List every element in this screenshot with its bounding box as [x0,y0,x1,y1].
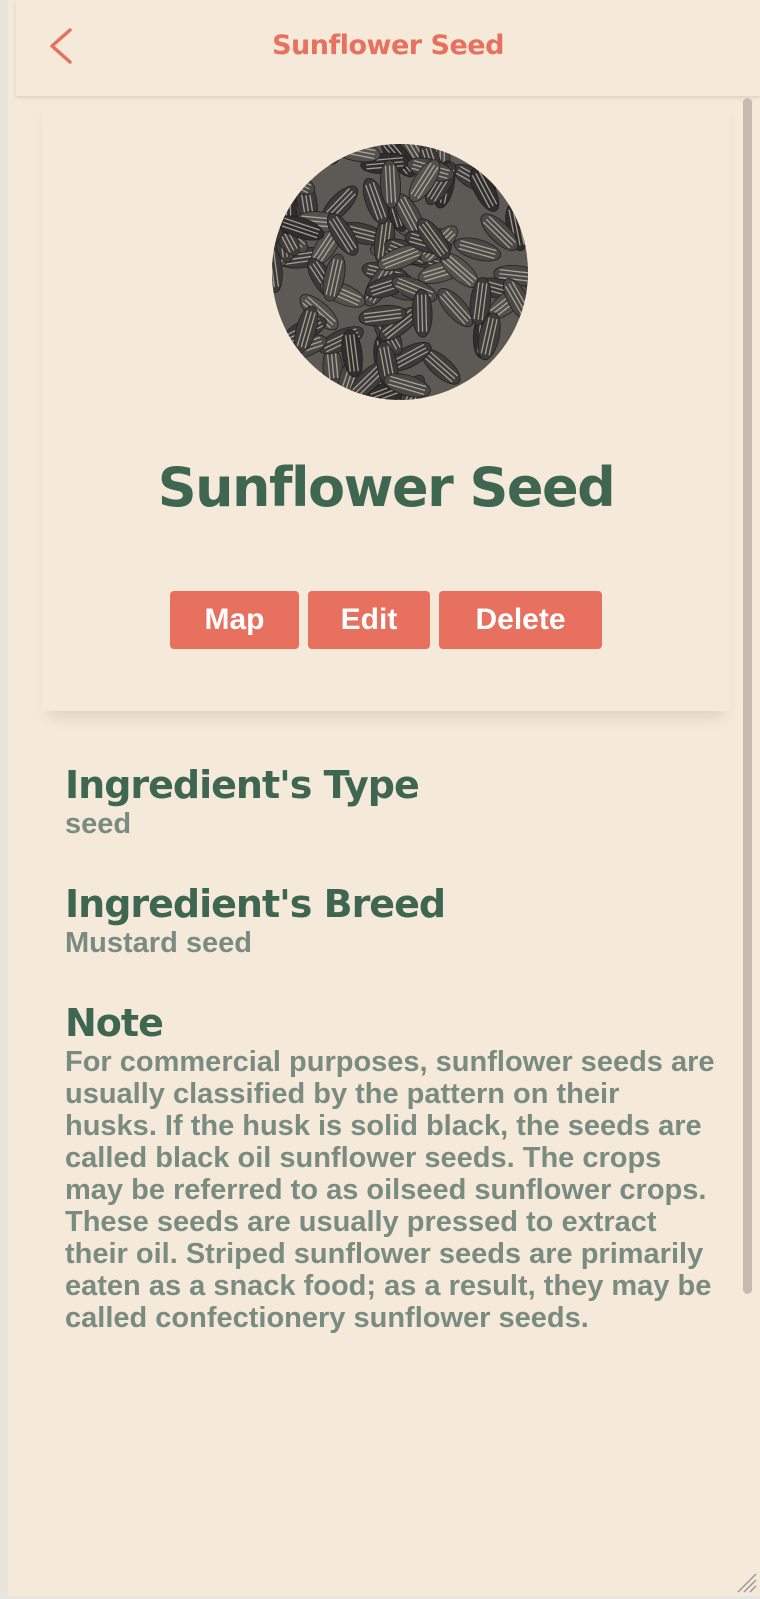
edit-button[interactable]: Edit [308,591,430,649]
ingredient-details: Ingredient's Type seed Ingredient's Bree… [65,762,718,1334]
resize-grip-icon[interactable] [732,1568,758,1594]
note-text: For commercial purposes, sunflower seeds… [65,1046,718,1334]
top-bar: Sunflower Seed [16,0,760,96]
page-title: Sunflower Seed [16,30,760,61]
breed-heading: Ingredient's Breed [65,881,718,927]
map-button[interactable]: Map [170,591,299,649]
app-frame: Sunflower Seed Sunflower Seed Map Edit D… [0,0,760,1596]
note-heading: Note [65,1000,718,1046]
detail-content: Sunflower Seed Map Edit Delete Ingredien… [16,96,738,1596]
type-value: seed [65,808,718,840]
delete-button[interactable]: Delete [439,591,602,649]
scrollbar-thumb[interactable] [743,98,752,1294]
ingredient-image [272,144,528,400]
ingredient-card: Sunflower Seed Map Edit Delete [42,96,730,711]
type-heading: Ingredient's Type [65,762,718,808]
breed-value: Mustard seed [65,927,718,959]
ingredient-name: Sunflower Seed [42,456,730,519]
action-buttons: Map Edit Delete [42,591,730,649]
